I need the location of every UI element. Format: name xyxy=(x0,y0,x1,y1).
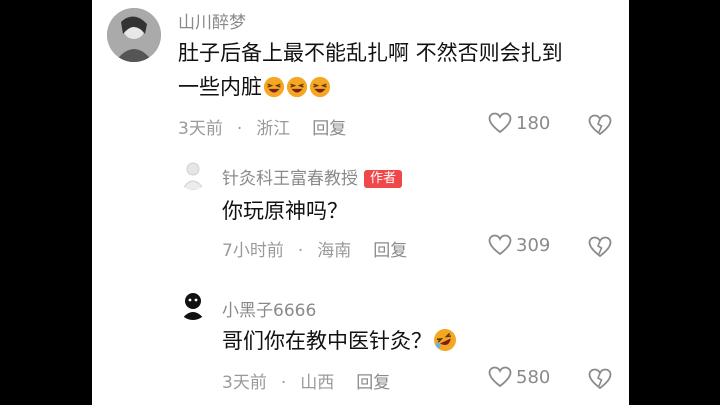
heart-outline-icon xyxy=(488,234,512,256)
reply-text-content: 哥们你在教中医针灸？ xyxy=(222,329,432,353)
heart-outline-icon xyxy=(488,366,512,388)
broken-heart-icon[interactable] xyxy=(588,114,612,136)
broken-heart-icon[interactable] xyxy=(588,236,612,258)
like-count: 180 xyxy=(516,112,551,134)
avatar[interactable] xyxy=(178,290,208,320)
separator-dot: · xyxy=(236,119,243,139)
reply-button[interactable]: 回复 xyxy=(312,119,346,139)
grinning-squint-emoji-icon xyxy=(263,76,285,98)
grinning-squint-emoji-icon xyxy=(286,76,308,98)
reply-button[interactable]: 回复 xyxy=(373,241,407,261)
reply-meta: 3天前 · 山西 回复 xyxy=(222,368,390,393)
broken-heart-icon[interactable] xyxy=(588,368,612,390)
avatar[interactable] xyxy=(107,8,161,62)
comment-location: 浙江 xyxy=(256,119,291,139)
reply-button[interactable]: 回复 xyxy=(356,373,390,393)
grinning-squint-emoji-icon xyxy=(309,76,331,98)
like-count: 309 xyxy=(516,234,551,256)
author-badge: 作者 xyxy=(364,170,403,188)
comment-text-content: 一些内脏 xyxy=(178,75,262,99)
like-button[interactable]: 180 xyxy=(488,112,550,134)
separator-dot: · xyxy=(297,241,304,261)
avatar[interactable] xyxy=(178,160,208,190)
like-count: 580 xyxy=(516,366,551,388)
separator-dot: · xyxy=(280,373,287,393)
reply-username: 针灸科王富春教授 作者 xyxy=(222,164,403,189)
like-button[interactable]: 580 xyxy=(488,366,550,388)
comment-username[interactable]: 山川醉梦 xyxy=(178,8,246,33)
reply-time: 7小时前 xyxy=(222,241,284,261)
comment-text: 肚子后备上最不能乱扎啊 不然否则会扎到 xyxy=(178,41,563,65)
avatar-image xyxy=(107,8,161,62)
reply-location: 山西 xyxy=(300,373,335,393)
comment-time: 3天前 xyxy=(178,119,223,139)
like-button[interactable]: 309 xyxy=(488,234,550,256)
reply-username[interactable]: 小黑子6666 xyxy=(222,296,316,321)
reply-username-text[interactable]: 针灸科王富春教授 xyxy=(222,169,358,189)
reply-meta: 7小时前 · 海南 回复 xyxy=(222,236,407,261)
avatar-image xyxy=(181,293,205,320)
comment-meta: 3天前 · 浙江 回复 xyxy=(178,114,346,139)
reply-location: 海南 xyxy=(317,241,352,261)
comment-list: 山川醉梦 肚子后备上最不能乱扎啊 不然否则会扎到 一些内脏 3天前 · 浙江 回复 1… xyxy=(92,0,629,405)
comment-text-line2: 一些内脏 xyxy=(178,72,331,103)
rolling-laughing-emoji-icon xyxy=(434,329,456,351)
reply-time: 3天前 xyxy=(222,373,267,393)
reply-text: 你玩原神吗？ xyxy=(222,199,348,223)
avatar-image xyxy=(181,162,205,190)
reply-text: 哥们你在教中医针灸？ xyxy=(222,326,457,357)
heart-outline-icon xyxy=(488,112,512,134)
